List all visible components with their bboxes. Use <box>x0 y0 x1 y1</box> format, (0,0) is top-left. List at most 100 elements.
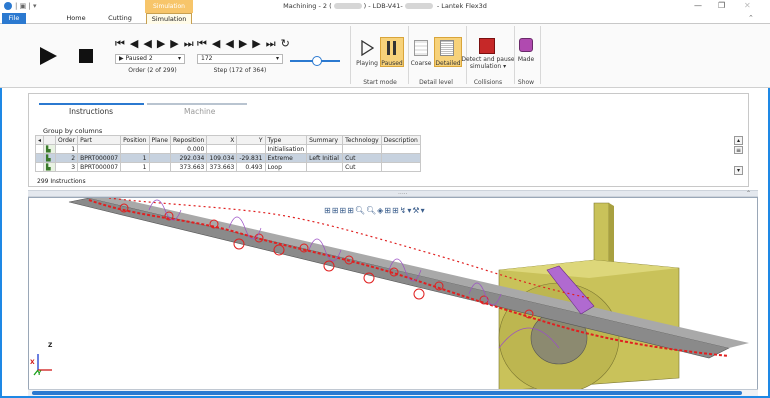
simulation-viewport[interactable]: ⊞⊞⊞⊞🔍︎🔍︎◈⊞⊞↯▾⚒▾ Z X Y <box>28 197 758 390</box>
paused-button-label: Paused <box>381 60 403 67</box>
cell-x: 109.034 <box>206 153 238 163</box>
cell-type: Loop <box>264 162 308 172</box>
chevron-down-icon: ▾ <box>275 55 279 62</box>
header-part[interactable]: Part <box>77 135 122 145</box>
tab-indicator-active <box>39 103 144 105</box>
header-type[interactable]: Type <box>264 135 308 145</box>
scroll-up-icon[interactable]: ▴ <box>734 136 743 145</box>
detail-level-group-label: Detail level <box>419 79 453 86</box>
axis-y-label: Y <box>37 370 42 377</box>
playing-icon <box>361 40 374 56</box>
table-row[interactable]: ▙ 3 BPRT000007 1 373.663 373.663 0.493 L… <box>34 162 421 172</box>
cell-position: 1 <box>120 162 150 172</box>
instruction-count: 299 Instructions <box>37 178 86 185</box>
cell-type: Initialisation <box>264 144 308 154</box>
cell-part: BPRT000007 <box>77 162 122 172</box>
tab-instructions[interactable]: Instructions <box>69 107 113 116</box>
tab-home[interactable]: Home <box>58 13 94 24</box>
cell-reposition: 373.663 <box>169 162 208 172</box>
step-dropdown-value: 172 <box>201 55 213 62</box>
axis-x-label: X <box>30 359 35 366</box>
step-label: Step (172 of 364) <box>213 67 267 74</box>
header-technology[interactable]: Technology <box>342 135 382 145</box>
group-by-columns[interactable]: Group by columns <box>43 127 102 135</box>
step-nav-icons[interactable]: ⏮◀◀▶▶⏭↻ <box>197 37 295 51</box>
header-reposition[interactable]: Reposition <box>169 135 208 145</box>
restore-icon[interactable]: ❐ <box>718 1 725 10</box>
cell-description <box>380 162 421 172</box>
start-mode-group-label: Start mode <box>363 79 397 86</box>
tab-cutting[interactable]: Cutting <box>100 13 140 24</box>
redacted-block <box>333 3 362 9</box>
detect-pause-label-2[interactable]: simulation ▾ <box>460 63 516 70</box>
header-x[interactable]: X <box>206 135 238 145</box>
collisions-group-label: Collisions <box>473 79 503 86</box>
instructions-panel: Instructions Machine Group by columns ◂ … <box>28 93 749 187</box>
cell-x <box>206 144 238 154</box>
instruction-icon: ▙ <box>43 144 57 154</box>
cell-description <box>380 144 421 154</box>
tab-file[interactable]: File <box>2 13 26 24</box>
redacted-block <box>404 3 433 9</box>
ribbon-tabs: File Home Cutting Simulation ⌃ <box>0 13 770 24</box>
minimize-icon[interactable]: — <box>694 1 702 10</box>
title-part-2: ) - LDB-V41- <box>363 2 403 10</box>
order-dropdown[interactable]: ▶ Paused 2 ▾ <box>115 54 185 64</box>
close-icon[interactable]: ✕ <box>744 1 751 10</box>
scroll-down-icon[interactable]: ▾ <box>734 166 743 175</box>
header-y[interactable]: Y <box>236 135 266 145</box>
cell-part <box>77 144 122 154</box>
stop-icon[interactable] <box>78 48 94 64</box>
cell-description <box>380 153 421 163</box>
header-summary[interactable]: Summary <box>306 135 344 145</box>
cell-x: 373.663 <box>206 162 238 172</box>
speed-slider-thumb[interactable] <box>312 56 322 66</box>
cell-position <box>120 144 150 154</box>
cell-part: BPRT000007 <box>77 153 122 163</box>
header-description[interactable]: Description <box>380 135 421 145</box>
timeline-thumb[interactable] <box>32 391 742 395</box>
cell-reposition: 0.000 <box>169 144 208 154</box>
row-expander <box>34 144 45 154</box>
ribbon: ⏮◀◀▶▶⏭ ▶ Paused 2 ▾ Order (2 of 299) ⏮◀◀▶… <box>0 24 770 88</box>
playing-button-label[interactable]: Playing <box>355 60 379 67</box>
cell-position: 1 <box>120 153 150 163</box>
table-row-selected[interactable]: ▙ 2 BPRT000007 1 292.034 109.034 -29.831… <box>34 153 421 163</box>
scene-3d <box>68 198 749 389</box>
order-label: Order (2 of 299) <box>128 67 177 74</box>
coarse-icon <box>414 40 428 56</box>
cell-technology <box>342 144 382 154</box>
panel-splitter[interactable]: ····· ⌃ <box>28 190 758 198</box>
table-header-row: ◂ Order Part Position Plane Reposition X… <box>34 135 421 145</box>
step-dropdown[interactable]: 172 ▾ <box>197 54 283 64</box>
header-order[interactable]: Order <box>55 135 79 145</box>
cell-y <box>236 144 266 154</box>
timeline-scrollbar[interactable] <box>28 389 758 396</box>
detect-pause-label-1[interactable]: Detect and pause <box>460 56 516 63</box>
cell-summary <box>306 162 344 172</box>
tab-machine[interactable]: Machine <box>184 107 215 116</box>
view-toolbar[interactable]: ⊞⊞⊞⊞🔍︎🔍︎◈⊞⊞↯▾⚒▾ <box>324 206 426 215</box>
collapse-ribbon-icon[interactable]: ⌃ <box>748 14 754 22</box>
made-button-label[interactable]: Made <box>516 56 536 63</box>
axis-z-label: Z <box>48 342 53 349</box>
order-dropdown-value: Paused 2 <box>125 55 153 62</box>
order-nav-icons[interactable]: ⏮◀◀▶▶⏭ <box>115 37 199 51</box>
cell-reposition: 292.034 <box>169 153 208 163</box>
header-plane[interactable]: Plane <box>148 135 171 145</box>
collapse-panel-icon[interactable]: ⌃ <box>746 190 751 197</box>
cell-plane <box>148 144 171 154</box>
cell-type: Extreme <box>264 153 308 163</box>
tab-simulation[interactable]: Simulation <box>146 13 192 24</box>
table-row[interactable]: ▙ 1 0.000 Initialisation <box>34 144 421 154</box>
cell-order: 2 <box>55 153 79 163</box>
cell-y: 0.493 <box>236 162 266 172</box>
cell-order: 3 <box>55 162 79 172</box>
tab-indicator-inactive <box>147 103 247 105</box>
cell-plane <box>148 153 171 163</box>
header-position[interactable]: Position <box>120 135 150 145</box>
scrollbar-thumb[interactable]: ≡ <box>734 146 743 154</box>
coarse-button-label[interactable]: Coarse <box>408 60 434 67</box>
play-icon[interactable] <box>38 46 58 66</box>
title-part-3: - Lantek Flex3d <box>434 2 487 10</box>
